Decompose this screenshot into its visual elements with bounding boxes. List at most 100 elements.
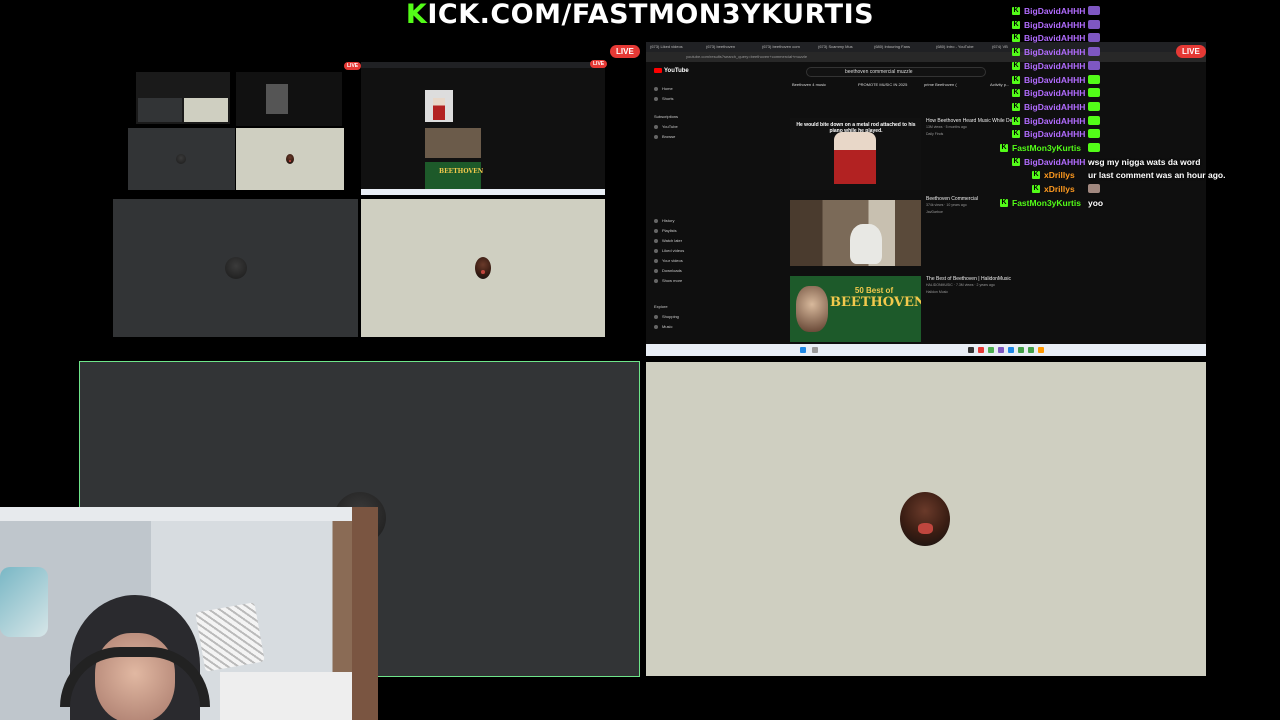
chat-username[interactable]: BigDavidAHHH	[1024, 20, 1085, 30]
chat-username[interactable]: BigDavidAHHH	[1024, 47, 1085, 57]
video-meta: 13M views · 5 months ago	[926, 125, 967, 129]
kick-badge-icon: K	[1032, 171, 1040, 180]
webcam-door	[352, 507, 378, 720]
app-icon[interactable]	[978, 347, 984, 353]
home-icon	[654, 86, 658, 91]
channel-name[interactable]: JavDarboe	[926, 210, 943, 214]
kick-badge-icon: K	[1012, 89, 1020, 98]
chat-message: KxDrillys ur last comment was an hour ago…	[996, 168, 1236, 182]
nested-video-thumb: BEETHOVEN	[425, 162, 484, 192]
chat-username[interactable]: BigDavidAHHH	[1024, 75, 1085, 85]
app-icon[interactable]	[968, 347, 974, 353]
chat-username[interactable]: BigDavidAHHH	[1024, 6, 1085, 16]
filter-chip[interactable]: PROMOTE MUSIC IN 2025	[858, 82, 907, 87]
chat-message: K FastMon3yKurtis	[996, 141, 1236, 155]
participant-tile-beige[interactable]	[646, 362, 1206, 676]
nested-thumb-title: BEETHOVEN	[439, 168, 484, 175]
nested-screen-share: BEETHOVEN	[361, 62, 605, 195]
chat-username[interactable]: BigDavidAHHH	[1024, 102, 1085, 112]
webcam-bed	[220, 672, 360, 720]
video-title[interactable]: The Best of Beethoven | HalidonMusic	[926, 276, 1011, 282]
browser-tab[interactable]: (680) Intro - YouTube	[936, 44, 974, 49]
sidebar-item[interactable]: Shopping	[654, 314, 679, 319]
thumbnail-headline: BEETHOVEN	[830, 295, 921, 310]
video-meta: 374k views · 10 years ago	[926, 203, 967, 207]
shorts-icon	[654, 96, 658, 101]
chat-username[interactable]: BigDavidAHHH	[1024, 33, 1085, 43]
chat-username[interactable]: FastMon3yKurtis	[1012, 143, 1081, 153]
participant-tile-dark[interactable]	[113, 199, 358, 337]
sidebar-item[interactable]: Liked videos	[654, 248, 684, 253]
chat-message: K BigDavidAHHH	[996, 86, 1236, 100]
search-icon[interactable]	[812, 347, 818, 353]
shopping-icon	[654, 314, 658, 319]
chat-username[interactable]: xDrillys	[1044, 184, 1075, 194]
sidebar-item[interactable]: Playlists	[654, 228, 677, 233]
chat-username[interactable]: BigDavidAHHH	[1024, 61, 1085, 71]
kick-badge-icon: K	[1000, 198, 1008, 207]
filter-chip[interactable]: prime Beethoven (	[924, 82, 957, 87]
avatar	[286, 154, 294, 164]
search-input[interactable]: beethoven commercial muzzle	[806, 67, 986, 77]
channel-name[interactable]: Daily Finds	[926, 132, 943, 136]
chat-message: K BigDavidAHHH	[996, 18, 1236, 32]
nested-tile-dark	[128, 128, 235, 190]
filter-chip[interactable]: Beethoven 4 music	[792, 82, 826, 87]
sidebar-item[interactable]: Your videos	[654, 258, 683, 263]
sidebar-item[interactable]: History	[654, 218, 674, 223]
chat-username[interactable]: FastMon3yKurtis	[1012, 198, 1081, 208]
app-icon[interactable]	[1028, 347, 1034, 353]
video-title[interactable]: Beethoven Commercial	[926, 196, 978, 202]
youtube-logo-text: YouTube	[664, 68, 689, 75]
video-thumbnail[interactable]: He would bite down on a metal rod attach…	[790, 118, 921, 190]
chat-username[interactable]: BigDavidAHHH	[1024, 88, 1085, 98]
browser-tab[interactable]: (680) Intouring Fans	[874, 44, 910, 49]
sidebar-item[interactable]: Music	[654, 324, 672, 329]
channel-name[interactable]: Halidon Music	[926, 290, 948, 294]
sidebar-item[interactable]: Home	[654, 86, 673, 91]
nested-video-thumb	[425, 90, 453, 122]
sidebar-item[interactable]: Subscriptions	[654, 114, 678, 119]
video-thumbnail[interactable]	[790, 200, 921, 266]
youtube-logo[interactable]: YouTube	[654, 68, 689, 74]
browser-tab[interactable]: (673) Liked videos	[650, 44, 683, 49]
emote-icon	[1088, 74, 1100, 84]
start-icon[interactable]	[800, 347, 806, 353]
video-thumbnail[interactable]: 50 Best of BEETHOVEN	[790, 276, 921, 342]
thumbnail-figure	[834, 132, 876, 184]
sidebar-item[interactable]: Watch later	[654, 238, 682, 243]
history-icon	[654, 218, 658, 223]
sidebar-item[interactable]: Downloads	[654, 268, 682, 273]
kick-badge-icon: K	[1012, 7, 1020, 15]
chat-message-text: wsg my nigga wats da word	[1088, 156, 1201, 167]
chat-username[interactable]: BigDavidAHHH	[1024, 116, 1085, 126]
sidebar-label: Show more	[662, 278, 683, 283]
live-badge: LIVE	[590, 60, 608, 68]
live-badge: LIVE	[610, 45, 640, 58]
nested-thumbnail	[236, 72, 342, 126]
sidebar-item[interactable]: Shorts	[654, 96, 674, 101]
browser-tab[interactable]: (673) beethoven com	[762, 44, 800, 49]
app-icon[interactable]	[1018, 347, 1024, 353]
app-icon[interactable]	[998, 347, 1004, 353]
nested-video-thumb	[425, 128, 481, 158]
browser-tab[interactable]: (673) Scammy Mus	[818, 44, 853, 49]
sidebar-item[interactable]: Explore	[654, 304, 668, 309]
kick-badge-icon: K	[1012, 157, 1020, 166]
chat-username[interactable]: BigDavidAHHH	[1024, 157, 1085, 167]
sidebar-item[interactable]: Browse	[654, 134, 675, 139]
sidebar-item[interactable]: Show more	[654, 278, 682, 283]
app-icon[interactable]	[988, 347, 994, 353]
address-text: youtube.com/results?search_query=beethov…	[686, 54, 808, 59]
chat-username[interactable]: BigDavidAHHH	[1024, 129, 1085, 139]
chat-message: K BigDavidAHHH	[996, 100, 1236, 114]
app-icon[interactable]	[1008, 347, 1014, 353]
chat-username[interactable]: xDrillys	[1044, 170, 1075, 180]
playlist-icon	[654, 228, 658, 233]
sidebar-item[interactable]: YouTube	[654, 124, 678, 129]
kick-logo-letter: K	[405, 0, 428, 30]
participant-tile-beige[interactable]	[361, 199, 605, 337]
nested-thumbnail	[136, 72, 230, 124]
app-icon[interactable]	[1038, 347, 1044, 353]
browser-tab[interactable]: (673) beethoven	[706, 44, 735, 49]
